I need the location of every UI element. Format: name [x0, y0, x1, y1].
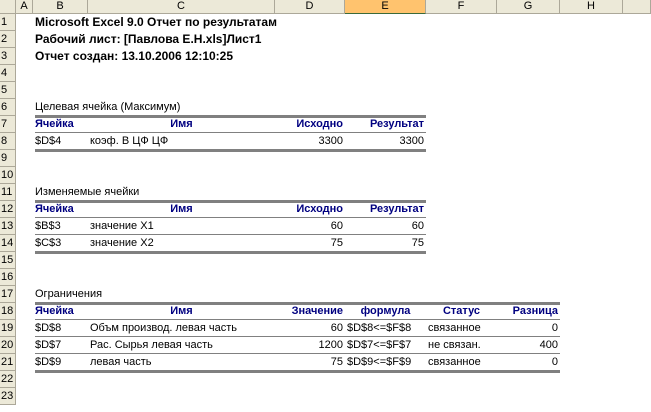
- constraints-cell[interactable]: 0: [497, 354, 560, 371]
- constraints-cell[interactable]: не связан.: [426, 337, 497, 354]
- constraints-cell[interactable]: 60: [275, 320, 345, 337]
- constraints-header-1[interactable]: Имя: [88, 303, 275, 320]
- table-border: [35, 251, 426, 254]
- target-header-1[interactable]: Имя: [88, 116, 275, 133]
- constraints-header-5[interactable]: Разница: [497, 303, 560, 320]
- row-header-22[interactable]: 22: [0, 371, 16, 388]
- constraints-cell[interactable]: 75: [275, 354, 345, 371]
- variables-header-1[interactable]: Имя: [88, 201, 275, 218]
- table-border: [35, 149, 426, 152]
- table-border: [35, 336, 560, 337]
- row-header-6[interactable]: 6: [0, 99, 16, 116]
- table-border: [35, 353, 560, 354]
- row-header-9[interactable]: 9: [0, 150, 16, 167]
- table-border: [35, 115, 426, 118]
- variables-header-3[interactable]: Результат: [345, 201, 426, 218]
- variables-header-0[interactable]: Ячейка: [33, 201, 88, 218]
- select-all-corner[interactable]: [0, 0, 16, 14]
- row-header-2[interactable]: 2: [0, 31, 16, 48]
- target-cell[interactable]: $D$4: [33, 133, 88, 150]
- column-header-c[interactable]: C: [88, 0, 275, 14]
- variables-cell[interactable]: значение X2: [88, 235, 275, 252]
- row-header-18[interactable]: 18: [0, 303, 16, 320]
- table-border: [35, 302, 560, 305]
- row-header-21[interactable]: 21: [0, 354, 16, 371]
- constraints-cell[interactable]: Рас. Сырья левая часть: [88, 337, 275, 354]
- variables-cell[interactable]: 60: [345, 218, 426, 235]
- constraints-cell[interactable]: $D$7: [33, 337, 88, 354]
- table-border: [35, 234, 426, 235]
- column-header-e[interactable]: E: [345, 0, 426, 14]
- row-header-4[interactable]: 4: [0, 65, 16, 82]
- table-border: [35, 319, 560, 320]
- column-header-a[interactable]: A: [16, 0, 33, 14]
- constraints-cell[interactable]: 400: [497, 337, 560, 354]
- report-sheet[interactable]: Рабочий лист: [Павлова Е.Н.xls]Лист1: [33, 31, 560, 48]
- variables-cell[interactable]: 75: [345, 235, 426, 252]
- row-header-3[interactable]: 3: [0, 48, 16, 65]
- column-header-b[interactable]: B: [33, 0, 88, 14]
- constraints-cell[interactable]: левая часть: [88, 354, 275, 371]
- variables-cell[interactable]: значение X1: [88, 218, 275, 235]
- constraints-caption[interactable]: Ограничения: [33, 286, 426, 303]
- table-border: [35, 370, 560, 373]
- column-header-blank[interactable]: [623, 0, 651, 14]
- variables-cell[interactable]: 60: [275, 218, 345, 235]
- constraints-cell[interactable]: $D$7<=$F$7: [345, 337, 426, 354]
- variables-caption[interactable]: Изменяемые ячейки: [33, 184, 426, 201]
- target-cell[interactable]: 3300: [275, 133, 345, 150]
- row-header-20[interactable]: 20: [0, 337, 16, 354]
- variables-cell[interactable]: 75: [275, 235, 345, 252]
- row-header-16[interactable]: 16: [0, 269, 16, 286]
- variables-cell[interactable]: $C$3: [33, 235, 88, 252]
- variables-header-2[interactable]: Исходно: [275, 201, 345, 218]
- constraints-header-4[interactable]: Статус: [426, 303, 497, 320]
- constraints-cell[interactable]: связанное: [426, 354, 497, 371]
- row-header-19[interactable]: 19: [0, 320, 16, 337]
- constraints-header-2[interactable]: Значение: [275, 303, 345, 320]
- constraints-cell[interactable]: $D$8<=$F$8: [345, 320, 426, 337]
- target-header-2[interactable]: Исходно: [275, 116, 345, 133]
- report-title[interactable]: Microsoft Excel 9.0 Отчет по результатам: [33, 14, 560, 31]
- table-border: [35, 217, 426, 218]
- constraints-cell[interactable]: 1200: [275, 337, 345, 354]
- target-header-0[interactable]: Ячейка: [33, 116, 88, 133]
- column-header-f[interactable]: F: [426, 0, 497, 14]
- target-cell[interactable]: 3300: [345, 133, 426, 150]
- target-header-3[interactable]: Результат: [345, 116, 426, 133]
- row-header-13[interactable]: 13: [0, 218, 16, 235]
- column-header-g[interactable]: G: [497, 0, 560, 14]
- row-header-15[interactable]: 15: [0, 252, 16, 269]
- row-header-12[interactable]: 12: [0, 201, 16, 218]
- constraints-cell[interactable]: связанное: [426, 320, 497, 337]
- row-header-5[interactable]: 5: [0, 82, 16, 99]
- target-caption[interactable]: Целевая ячейка (Максимум): [33, 99, 426, 116]
- constraints-cell[interactable]: 0: [497, 320, 560, 337]
- row-header-17[interactable]: 17: [0, 286, 16, 303]
- row-header-7[interactable]: 7: [0, 116, 16, 133]
- row-header-14[interactable]: 14: [0, 235, 16, 252]
- row-header-23[interactable]: 23: [0, 388, 16, 405]
- target-cell[interactable]: коэф. В ЦФ ЦФ: [88, 133, 275, 150]
- report-created[interactable]: Отчет создан: 13.10.2006 12:10:25: [33, 48, 560, 65]
- constraints-cell[interactable]: Объм производ. левая часть: [88, 320, 275, 337]
- row-header-1[interactable]: 1: [0, 14, 16, 31]
- column-header-d[interactable]: D: [275, 0, 345, 14]
- variables-cell[interactable]: $B$3: [33, 218, 88, 235]
- row-header-10[interactable]: 10: [0, 167, 16, 184]
- constraints-cell[interactable]: $D$9<=$F$9: [345, 354, 426, 371]
- column-header-h[interactable]: H: [560, 0, 623, 14]
- constraints-cell[interactable]: $D$8: [33, 320, 88, 337]
- row-header-11[interactable]: 11: [0, 184, 16, 201]
- constraints-cell[interactable]: $D$9: [33, 354, 88, 371]
- table-border: [35, 132, 426, 133]
- constraints-header-3[interactable]: формула: [345, 303, 426, 320]
- row-header-8[interactable]: 8: [0, 133, 16, 150]
- table-border: [35, 200, 426, 203]
- constraints-header-0[interactable]: Ячейка: [33, 303, 88, 320]
